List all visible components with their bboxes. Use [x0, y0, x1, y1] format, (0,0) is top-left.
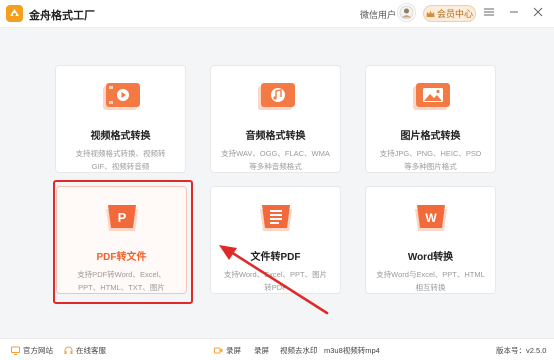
vip-center-label: 会员中心 [436, 9, 473, 19]
card-title: PDF转文件 [96, 252, 147, 263]
headset-icon [64, 346, 73, 354]
card-title: Word转换 [407, 252, 454, 263]
version-label: 版本号：v2.5.0 [496, 346, 547, 355]
title-bar: 金舟格式工厂 微信用户 会员中心 [0, 0, 554, 28]
camera-icon [214, 347, 223, 354]
record-screen-label: 录屏 [226, 346, 241, 355]
avatar[interactable] [397, 3, 416, 22]
audio-format-icon [252, 76, 300, 114]
card-pdf-to-file[interactable]: P PDF转文件 支持PDF转Word、Excel、PPT、HTML、TXT、图… [56, 186, 187, 294]
record-screen-label-2: 录屏 [254, 346, 269, 355]
user-name[interactable]: 微信用户 [360, 8, 396, 21]
online-support-link[interactable]: 在线客服 [64, 345, 106, 356]
image-format-icon [407, 76, 455, 114]
annotation-arrow [219, 245, 329, 315]
status-bar: 官方网站 在线客服 录屏 录屏 视频去水印 m3u8视频转mp4 版本号：v2.… [0, 338, 554, 360]
vip-center-button[interactable]: 会员中心 [423, 5, 476, 22]
card-title: 音频格式转换 [245, 131, 306, 142]
app-title: 金舟格式工厂 [29, 10, 95, 22]
close-icon[interactable] [531, 5, 545, 19]
card-desc: 支持JPG、PNG、HEIC、PSD等多种图片格式 [379, 149, 482, 171]
remove-watermark-link[interactable]: 视频去水印 [280, 345, 318, 356]
card-title: 视频格式转换 [90, 131, 151, 142]
app-logo [6, 5, 23, 22]
m3u8-to-mp4-link[interactable]: m3u8视频转mp4 [324, 345, 380, 356]
official-website-label: 官方网站 [23, 346, 53, 355]
menu-icon[interactable] [482, 5, 496, 19]
online-support-label: 在线客服 [76, 346, 106, 355]
monitor-icon [11, 346, 20, 355]
remove-watermark-label: 视频去水印 [280, 346, 318, 355]
pdf-letter: P [117, 210, 126, 225]
card-video-format[interactable]: 视频格式转换 支持视频格式转换、视频转GIF、视频转音频 [55, 65, 186, 173]
m3u8-to-mp4-label: m3u8视频转mp4 [324, 346, 380, 355]
version-text: 版本号：v2.5.0 [496, 345, 546, 356]
word-convert-icon: W [407, 197, 455, 235]
file-to-pdf-icon [252, 197, 300, 235]
card-audio-format[interactable]: 音频格式转换 支持WAV、OGG、FLAC、WMA等多种音频格式 [210, 65, 341, 173]
word-letter: W [425, 211, 437, 225]
video-format-icon [97, 76, 145, 114]
card-word-convert[interactable]: W Word转换 支持Word与Excel、PPT、HTML相互转换 [365, 186, 496, 294]
pdf-convert-icon: P [98, 197, 146, 235]
record-screen-link[interactable]: 录屏 [214, 345, 241, 356]
official-website-link[interactable]: 官方网站 [11, 345, 53, 356]
card-desc: 支持PDF转Word、Excel、PPT、HTML、TXT、图片 [77, 270, 166, 292]
minimize-icon[interactable] [507, 5, 521, 19]
crown-icon [426, 10, 435, 17]
record-screen-link-2[interactable]: 录屏 [254, 345, 269, 356]
card-desc: 支持视频格式转换、视频转GIF、视频转音频 [75, 149, 166, 171]
card-image-format[interactable]: 图片格式转换 支持JPG、PNG、HEIC、PSD等多种图片格式 [365, 65, 496, 173]
card-desc: 支持Word与Excel、PPT、HTML相互转换 [376, 270, 485, 292]
card-title: 图片格式转换 [400, 131, 461, 142]
card-desc: 支持WAV、OGG、FLAC、WMA等多种音频格式 [221, 149, 330, 171]
